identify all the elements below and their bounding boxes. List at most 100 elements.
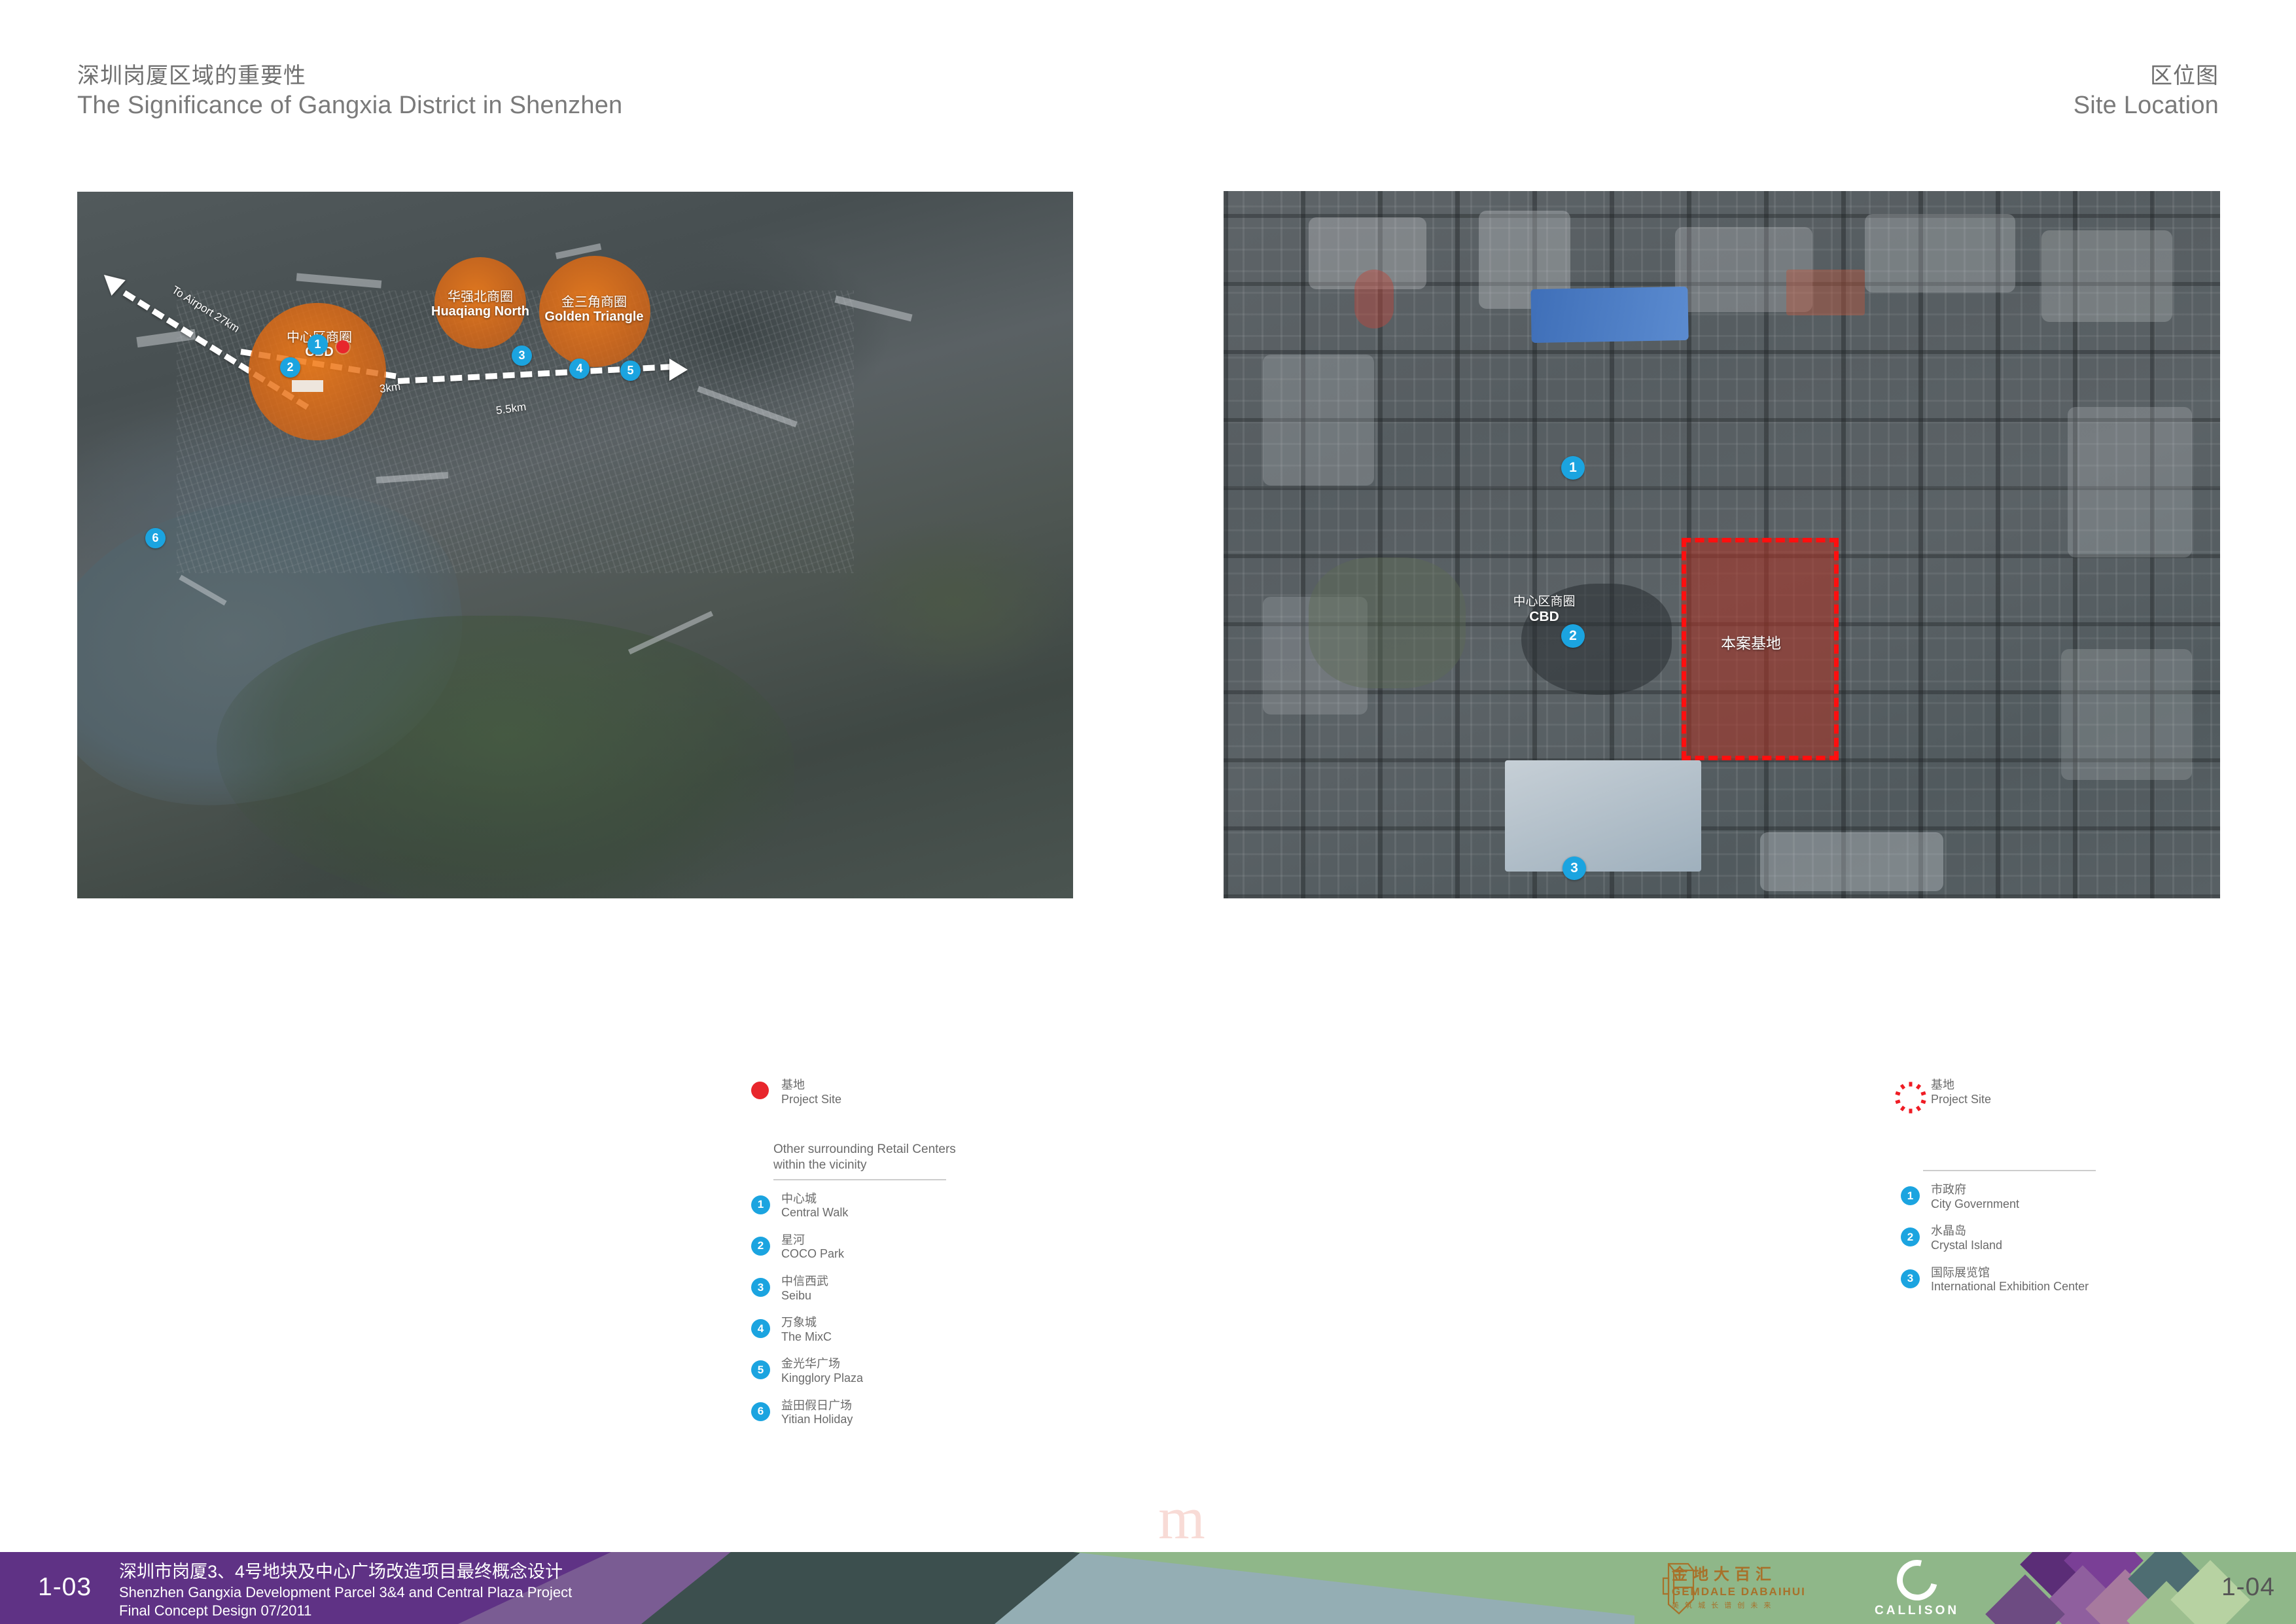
legend-item-1: 1 中心城 Central Walk bbox=[751, 1192, 1052, 1220]
legend-item-1-cn: 中心城 bbox=[781, 1192, 817, 1205]
legend-spacer bbox=[1901, 1120, 2189, 1164]
legend-project-site-en: Project Site bbox=[781, 1092, 842, 1106]
legend-item-2-cn: 水晶岛 bbox=[1931, 1224, 1966, 1238]
gemdale-logo: 金地大百汇 GEMDALE DABAIHUI 美 筑 城 长 谱 创 未 来 bbox=[1672, 1561, 1806, 1610]
zone-label-huaqiang-en: Huaqiang North bbox=[431, 304, 529, 319]
legend-item-3-en: Seibu bbox=[781, 1288, 812, 1302]
project-site-label: 本案基地 bbox=[1721, 635, 1781, 652]
building-block bbox=[1760, 832, 1943, 891]
red-dot-icon bbox=[751, 1078, 781, 1099]
callison-logo-text: CALLISON bbox=[1875, 1604, 1960, 1617]
legend-item-4-cn: 万象城 bbox=[781, 1316, 817, 1330]
legend-item-project-site: 基地 Project Site bbox=[751, 1078, 1052, 1106]
number-badge-icon: 1 bbox=[1901, 1183, 1931, 1206]
legend-item-5-cn: 金光华广场 bbox=[781, 1357, 840, 1371]
legend-item-3-cn: 中信西武 bbox=[781, 1275, 828, 1288]
page-number-right: 1-04 bbox=[2221, 1573, 2275, 1601]
map-marker-2[interactable]: 2 bbox=[280, 357, 300, 378]
legend-spacer bbox=[751, 1120, 1052, 1142]
legend-item-4-en: The MixC bbox=[781, 1330, 832, 1343]
legend-item-1-en: City Government bbox=[1931, 1197, 2020, 1210]
number-badge-icon: 2 bbox=[1901, 1224, 1931, 1247]
site-footprint bbox=[292, 380, 323, 392]
regional-context-map[interactable]: To Airport 27km 中心区商圈 CBD 华强北商圈 Huaqiang… bbox=[77, 192, 1073, 898]
zone-label-huaqiang: 华强北商圈 Huaqiang North bbox=[431, 290, 530, 319]
number-badge-icon: 5 bbox=[751, 1357, 781, 1380]
footer-title-cn: 深圳市岗厦3、4号地块及中心广场改造项目最终概念设计 bbox=[119, 1562, 563, 1581]
cbd-label-cn: 中心区商圈 bbox=[1513, 595, 1576, 609]
legend-item-project-site: 基地 Project Site bbox=[1895, 1078, 2189, 1114]
building-block bbox=[1354, 270, 1394, 328]
legend-item-6-en: Yitian Holiday bbox=[781, 1413, 853, 1426]
building-block bbox=[2068, 407, 2192, 557]
legend-right: 基地 Project Site 1 市政府 City Government 2 … bbox=[1895, 1078, 2189, 1307]
gemdale-logo-sub: 美 筑 城 长 谱 创 未 来 bbox=[1672, 1602, 1773, 1610]
map-marker-3[interactable]: 3 bbox=[512, 345, 532, 366]
number-badge-icon: 3 bbox=[751, 1275, 781, 1297]
legend-item-2: 2 水晶岛 Crystal Island bbox=[1901, 1224, 2189, 1252]
legend-note-line2: within the vicinity bbox=[773, 1157, 867, 1172]
legend-project-site-cn: 基地 bbox=[1931, 1078, 1954, 1091]
map-marker-4[interactable]: 4 bbox=[569, 359, 590, 379]
building-block bbox=[1263, 355, 1374, 485]
callison-ring-icon bbox=[1888, 1552, 1945, 1608]
section-label: 区位图 Site Location bbox=[2074, 62, 2219, 121]
building-block bbox=[1865, 214, 2015, 292]
city-government-building bbox=[1530, 286, 1689, 344]
legend-item-3-cn: 国际展览馆 bbox=[1931, 1265, 1990, 1279]
footer-title-en-2: Final Concept Design 07/2011 bbox=[119, 1602, 312, 1619]
legend-divider bbox=[773, 1178, 946, 1180]
footer-project-title: 深圳市岗厦3、4号地块及中心广场改造项目最终概念设计 Shenzhen Gang… bbox=[119, 1561, 572, 1620]
legend-item-5-en: Kingglory Plaza bbox=[781, 1371, 864, 1385]
building-block bbox=[1786, 270, 1865, 315]
number-badge-icon: 1 bbox=[751, 1192, 781, 1214]
park-green bbox=[1309, 557, 1466, 688]
legend-item-6-cn: 益田假日广场 bbox=[781, 1398, 852, 1412]
map-marker-1[interactable]: 1 bbox=[1561, 456, 1585, 480]
map-marker-2[interactable]: 2 bbox=[1561, 624, 1585, 648]
legend-item-3-en: International Exhibition Center bbox=[1931, 1280, 2089, 1294]
legend-item-2: 2 星河 COCO Park bbox=[751, 1233, 1052, 1262]
map-marker-3[interactable]: 3 bbox=[1563, 856, 1586, 880]
zone-label-golden-triangle: 金三角商圈 Golden Triangle bbox=[529, 295, 660, 325]
site-location-map[interactable]: 本案基地 中心区商圈 CBD 1 2 3 bbox=[1224, 191, 2220, 898]
legend-item-6: 6 益田假日广场 Yitian Holiday bbox=[751, 1399, 1052, 1427]
watermark-mark: m bbox=[1158, 1485, 1207, 1551]
legend-item-3: 3 中信西武 Seibu bbox=[751, 1275, 1052, 1303]
page-number-left: 1-03 bbox=[38, 1573, 92, 1601]
legend-left: 基地 Project Site Other surrounding Retail… bbox=[751, 1078, 1052, 1440]
project-site-marker[interactable] bbox=[336, 340, 349, 353]
map-marker-5[interactable]: 5 bbox=[620, 361, 641, 381]
legend-item-2-en: Crystal Island bbox=[1931, 1238, 2003, 1252]
footer-title-en-1: Shenzhen Gangxia Development Parcel 3&4 … bbox=[119, 1583, 573, 1600]
legend-item-5: 5 金光华广场 Kingglory Plaza bbox=[751, 1357, 1052, 1385]
map-marker-1[interactable]: 1 bbox=[308, 334, 328, 355]
page-title-en: The Significance of Gangxia District in … bbox=[77, 91, 623, 119]
zone-label-huaqiang-cn: 华强北商圈 bbox=[448, 290, 513, 304]
number-badge-icon: 6 bbox=[751, 1399, 781, 1421]
legend-project-site-en: Project Site bbox=[1931, 1092, 1992, 1106]
callison-logo: CALLISON bbox=[1875, 1552, 1960, 1618]
exhibition-center-building bbox=[1505, 760, 1701, 872]
cbd-label-en: CBD bbox=[1529, 609, 1559, 624]
number-badge-icon: 4 bbox=[751, 1316, 781, 1339]
number-badge-icon: 3 bbox=[1901, 1266, 1931, 1288]
presentation-board: 深圳岗厦区域的重要性 The Significance of Gangxia D… bbox=[0, 0, 2296, 1624]
corridor-arrow-icon bbox=[669, 359, 688, 381]
gemdale-logo-cn: 金地大百汇 bbox=[1672, 1566, 1776, 1583]
page-title-cn: 深圳岗厦区域的重要性 bbox=[77, 63, 306, 88]
gemdale-logo-en: GEMDALE DABAIHUI bbox=[1672, 1585, 1806, 1598]
building-block bbox=[2041, 230, 2172, 322]
map-marker-6[interactable]: 6 bbox=[145, 528, 166, 548]
legend-note-line1: Other surrounding Retail Centers bbox=[773, 1142, 956, 1157]
cbd-label: 中心区商圈 CBD bbox=[1485, 595, 1603, 624]
zone-label-golden-en: Golden Triangle bbox=[544, 309, 644, 325]
zone-cbd bbox=[249, 303, 386, 440]
green-area bbox=[217, 616, 794, 898]
legend-project-site-cn: 基地 bbox=[781, 1078, 805, 1091]
legend-divider bbox=[1923, 1170, 2096, 1172]
legend-item-1-en: Central Walk bbox=[781, 1206, 849, 1220]
building-block bbox=[2061, 649, 2192, 780]
page-title: 深圳岗厦区域的重要性 The Significance of Gangxia D… bbox=[77, 62, 622, 121]
legend-item-2-cn: 星河 bbox=[781, 1233, 805, 1246]
